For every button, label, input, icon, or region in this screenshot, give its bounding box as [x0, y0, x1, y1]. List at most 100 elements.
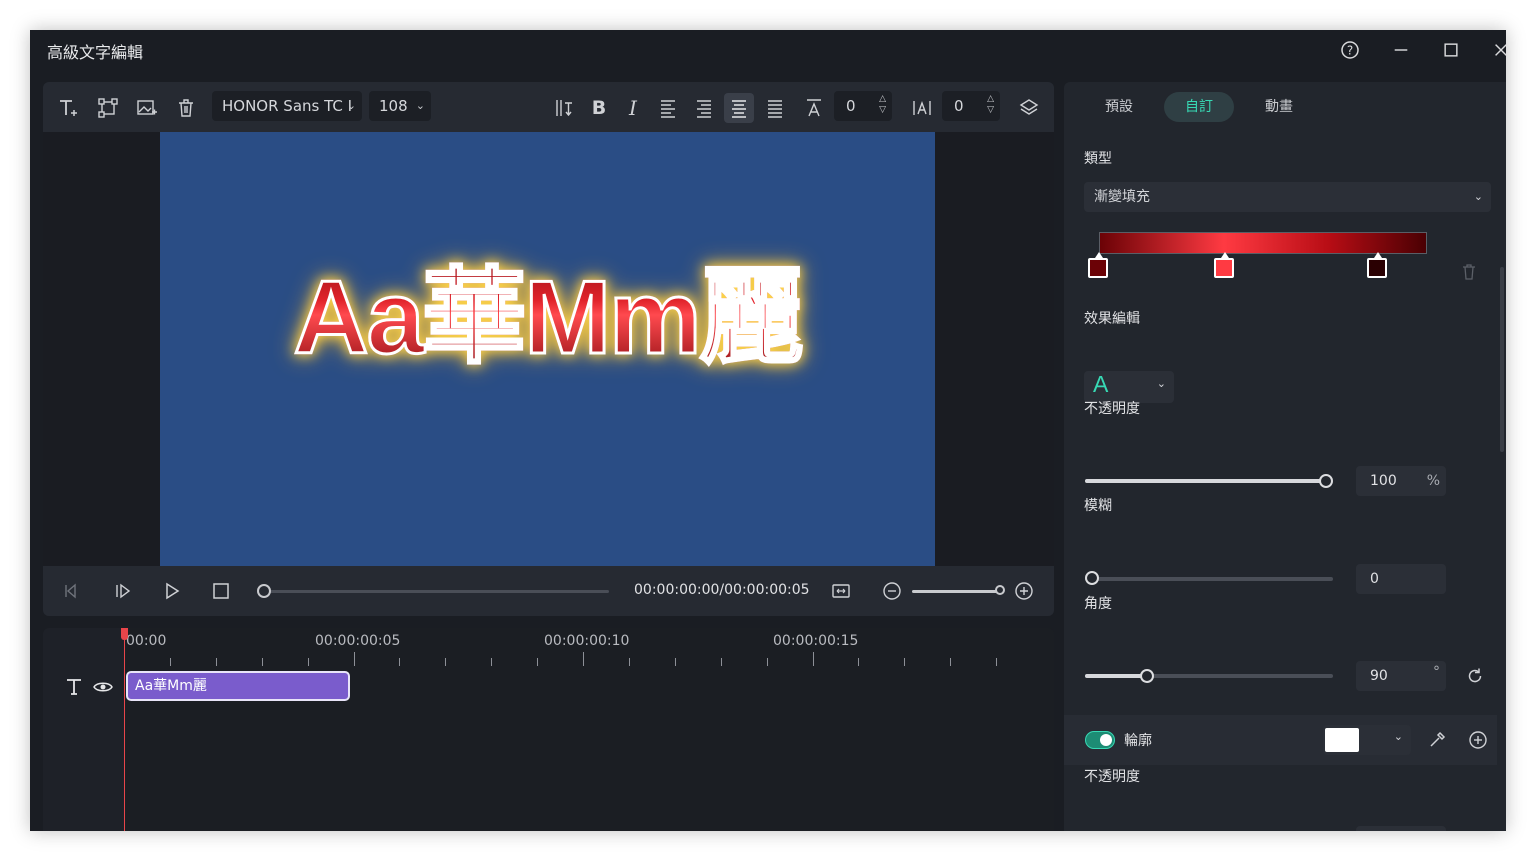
font-family-dropdown[interactable]: HONOR Sans TC I ⌄: [212, 91, 362, 121]
character-spacing-value: 0: [846, 97, 856, 115]
blur-slider-track[interactable]: [1085, 577, 1333, 581]
blur-slider-knob[interactable]: [1085, 571, 1099, 585]
text-direction-icon[interactable]: [551, 95, 577, 121]
outline-opacity-unit: %: [1427, 826, 1440, 831]
angle-input[interactable]: 90 °: [1356, 661, 1446, 691]
delete-icon[interactable]: [173, 95, 199, 121]
ruler-tick: [767, 658, 768, 666]
tab-preset[interactable]: 預設: [1084, 92, 1154, 122]
gradient-bar[interactable]: [1099, 232, 1427, 254]
transform-icon[interactable]: [95, 95, 121, 121]
chevron-down-icon: ⌄: [346, 99, 356, 112]
text-track-icon: [63, 676, 85, 698]
ruler-tick: [170, 658, 171, 666]
text-toolbar: HONOR Sans TC I ⌄ 108 ⌄ B I 0 △ ▽ 0 △ ▽: [43, 82, 1054, 132]
playhead[interactable]: [124, 628, 125, 831]
help-icon[interactable]: ?: [1333, 36, 1367, 64]
maximize-icon[interactable]: [1434, 36, 1468, 64]
timeline-panel: 00:00 00:00:00:05 00:00:00:10 00:00:00:1…: [43, 628, 1054, 831]
zoom-in-icon[interactable]: [1012, 579, 1036, 603]
outline-opacity-input[interactable]: 100 %: [1356, 826, 1446, 831]
playback-progress-knob[interactable]: [257, 584, 271, 598]
font-size-dropdown[interactable]: 108 ⌄: [369, 91, 431, 121]
blur-input[interactable]: 0: [1356, 564, 1446, 594]
line-spacing-value: 0: [954, 97, 964, 115]
add-text-icon[interactable]: [55, 95, 81, 121]
stepper-icon[interactable]: △ ▽: [879, 94, 886, 116]
eyedropper-icon[interactable]: [1425, 728, 1449, 752]
minimize-icon[interactable]: [1384, 36, 1418, 64]
ruler-tick: [262, 658, 263, 666]
scrollbar[interactable]: [1500, 267, 1504, 452]
ruler-tick: [996, 658, 997, 666]
playhead-handle[interactable]: [121, 628, 128, 640]
align-right-icon[interactable]: [691, 95, 717, 121]
ruler-label: 00:00:00:05: [315, 633, 401, 649]
font-size-value: 108: [379, 97, 408, 115]
ruler-tick: [675, 658, 676, 666]
timecode: 00:00:00:00/00:00:00:05: [634, 582, 810, 598]
next-frame-icon[interactable]: [111, 579, 135, 603]
zoom-slider-track[interactable]: [912, 590, 1000, 593]
ruler-tick: [354, 652, 355, 666]
play-icon[interactable]: [160, 579, 184, 603]
reset-icon[interactable]: [1463, 664, 1487, 688]
ruler-tick: [537, 658, 538, 666]
italic-button[interactable]: I: [620, 95, 646, 121]
opacity-slider-fill: [1085, 479, 1326, 483]
ruler-label: 00:00:00:10: [544, 633, 630, 649]
fill-type-dropdown[interactable]: 漸變填充 ⌄: [1084, 182, 1491, 212]
align-center-icon[interactable]: [724, 93, 754, 123]
line-spacing-icon[interactable]: [909, 95, 935, 121]
ruler-tick: [445, 658, 446, 666]
close-icon[interactable]: [1484, 36, 1506, 64]
ruler-tick: [904, 658, 905, 666]
line-spacing-input[interactable]: 0 △ ▽: [942, 91, 1000, 121]
gradient-stop[interactable]: [1214, 252, 1234, 278]
blur-label: 模糊: [1084, 498, 1112, 514]
stepper-icon[interactable]: △ ▽: [987, 94, 994, 116]
angle-slider-knob[interactable]: [1140, 669, 1154, 683]
tab-animation[interactable]: 動畫: [1244, 92, 1314, 122]
ruler-tick: [308, 658, 309, 666]
character-spacing-input[interactable]: 0 △ ▽: [834, 91, 892, 121]
gradient-stop[interactable]: [1088, 252, 1108, 278]
previous-frame-icon[interactable]: [59, 579, 83, 603]
preview-area: Aa華Mm麗: [43, 132, 1054, 566]
opacity-slider-knob[interactable]: [1319, 474, 1333, 488]
zoom-slider-knob[interactable]: [995, 585, 1005, 595]
ruler-tick: [491, 658, 492, 666]
text-clip[interactable]: Aa華Mm麗: [126, 671, 350, 701]
ruler-label: 00:00: [126, 633, 167, 649]
ruler-tick: [216, 658, 217, 666]
outline-toggle[interactable]: [1085, 731, 1115, 749]
outline-row: 輪廓 ⌄: [1064, 715, 1497, 765]
gradient-stop[interactable]: [1367, 252, 1387, 278]
ruler-tick: [721, 658, 722, 666]
tab-custom[interactable]: 自訂: [1164, 92, 1234, 122]
playback-progress-track[interactable]: [264, 590, 609, 593]
font-family-value: HONOR Sans TC I: [222, 97, 353, 115]
outline-color-swatch[interactable]: [1325, 728, 1359, 752]
stop-icon[interactable]: [209, 579, 233, 603]
align-left-icon[interactable]: [655, 95, 681, 121]
bold-button[interactable]: B: [586, 95, 612, 121]
opacity-input[interactable]: 100 %: [1356, 466, 1446, 496]
preview-canvas[interactable]: Aa華Mm麗: [160, 132, 935, 566]
preview-text[interactable]: Aa華Mm麗: [160, 232, 935, 383]
outline-color-picker[interactable]: ⌄: [1323, 725, 1411, 755]
character-spacing-icon[interactable]: [801, 95, 827, 121]
ruler-label: 00:00:00:15: [773, 633, 859, 649]
delete-stop-icon[interactable]: [1457, 260, 1481, 284]
chevron-down-icon: ⌄: [1393, 730, 1403, 743]
justify-icon[interactable]: [762, 95, 788, 121]
fill-type-value: 漸變填充: [1094, 189, 1150, 205]
ruler-tick: [583, 652, 584, 666]
layers-icon[interactable]: [1016, 95, 1042, 121]
add-icon[interactable]: [1466, 728, 1490, 752]
zoom-out-icon[interactable]: [880, 579, 904, 603]
timeline-track-area[interactable]: [125, 628, 1054, 831]
fit-icon[interactable]: [829, 579, 853, 603]
add-image-icon[interactable]: [134, 95, 160, 121]
eye-icon[interactable]: [92, 676, 114, 698]
